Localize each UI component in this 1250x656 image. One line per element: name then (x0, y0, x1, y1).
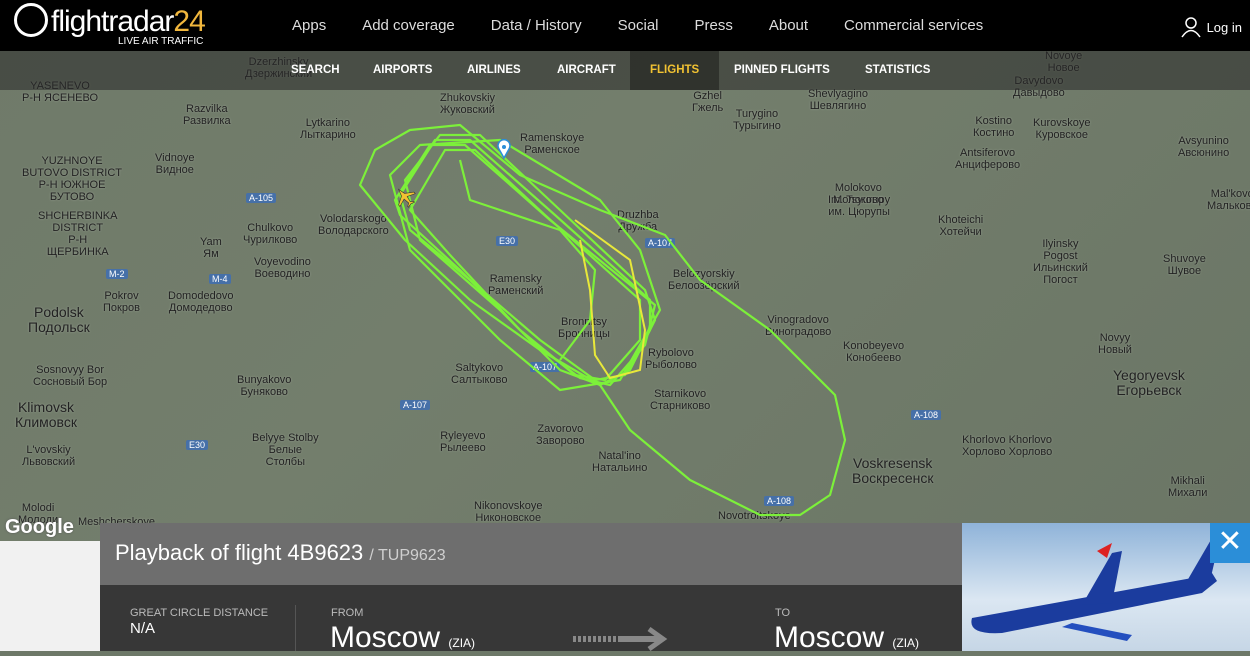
nav-data-history[interactable]: Data / History (473, 0, 600, 51)
to-airport[interactable]: Moscow (ZIA) (774, 621, 919, 655)
subnav-aircraft[interactable]: AIRCRAFT (557, 51, 616, 90)
playback-title: Playback of flight 4B9623 (115, 540, 364, 565)
nav-commercial-services[interactable]: Commercial services (826, 0, 1001, 51)
track-loop (403, 133, 657, 387)
main-nav: Apps Add coverage Data / History Social … (274, 0, 1001, 51)
from-label: FROM (331, 607, 364, 619)
logo[interactable]: flightradar24 (14, 3, 206, 40)
distance-value: N/A (130, 620, 156, 637)
nav-about[interactable]: About (751, 0, 826, 51)
to-code: (ZIA) (892, 636, 920, 650)
close-button[interactable]: ✕ (1210, 523, 1250, 563)
track-loop (393, 143, 657, 387)
logo-text: flightradar (51, 5, 174, 38)
to-city: Moscow (774, 621, 885, 654)
radar-logo-icon (14, 3, 48, 38)
track-loop (358, 123, 847, 517)
nav-add-coverage[interactable]: Add coverage (344, 0, 473, 51)
login-button[interactable]: Log in (1180, 16, 1242, 38)
subnav-statistics[interactable]: STATISTICS (865, 51, 930, 90)
login-label: Log in (1206, 19, 1242, 35)
to-label: TO (775, 607, 791, 619)
airport-pin-icon[interactable] (497, 139, 511, 160)
sub-nav: SEARCH AIRPORTS AIRLINES AIRCRAFT FLIGHT… (0, 51, 1250, 90)
from-code: (ZIA) (448, 636, 476, 650)
subnav-search[interactable]: SEARCH (291, 51, 340, 90)
google-attribution: Google (5, 516, 74, 538)
subnav-pinned-flights[interactable]: PINNED FLIGHTS (734, 51, 830, 90)
user-icon (1180, 17, 1201, 38)
top-bar: flightradar24 LIVE AIR TRAFFIC Apps Add … (0, 0, 1250, 51)
aircraft-photo[interactable]: ✕ (962, 523, 1250, 651)
nav-apps[interactable]: Apps (274, 0, 344, 51)
nav-social[interactable]: Social (600, 0, 677, 51)
subnav-airports[interactable]: AIRPORTS (373, 51, 432, 90)
playback-title-bar: Playback of flight 4B9623 / TUP9623 (100, 523, 962, 585)
arrow-right-icon (573, 627, 668, 651)
from-city: Moscow (330, 621, 441, 654)
from-airport[interactable]: Moscow (ZIA) (330, 621, 475, 655)
logo-subtitle: LIVE AIR TRAFFIC (118, 36, 204, 47)
flight-info: GREAT CIRCLE DISTANCE N/A FROM Moscow (Z… (100, 585, 962, 654)
close-icon: ✕ (1217, 525, 1243, 558)
callsign: / TUP9623 (369, 547, 446, 564)
aircraft-image (971, 538, 1220, 641)
side-panel (0, 541, 100, 651)
logo-number: 24 (173, 5, 205, 38)
divider (295, 605, 296, 651)
subnav-flights[interactable]: FLIGHTS (630, 51, 720, 90)
subnav-airlines[interactable]: AIRLINES (467, 51, 521, 90)
distance-label: GREAT CIRCLE DISTANCE (130, 607, 269, 619)
nav-press[interactable]: Press (677, 0, 751, 51)
